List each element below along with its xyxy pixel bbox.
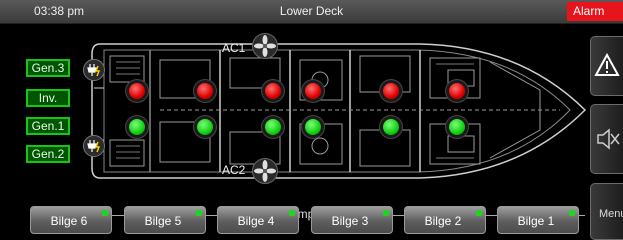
pump-on-indicator[interactable] (262, 116, 284, 138)
pump-on-indicator[interactable] (380, 116, 402, 138)
bilge-2-button[interactable]: Bilge 2 (404, 206, 486, 234)
pump-off-indicator[interactable] (194, 80, 216, 102)
pump-off-indicator[interactable] (302, 80, 324, 102)
warning-icon (594, 52, 620, 76)
pump-off-indicator[interactable] (126, 80, 148, 102)
bilge-4-button[interactable]: Bilge 4 (217, 206, 299, 234)
menu-button[interactable]: Menu (590, 183, 623, 240)
bilge-6-label: Bilge 6 (50, 214, 88, 228)
inverter-label: Inv. (38, 91, 58, 105)
power-plug-icon[interactable] (83, 59, 105, 81)
bilge-6-button[interactable]: Bilge 6 (30, 206, 112, 234)
speaker-mute-icon (597, 128, 620, 150)
status-led (476, 210, 482, 216)
gen2-label: Gen.2 (31, 147, 65, 161)
pump-on-indicator[interactable] (446, 116, 468, 138)
pump-off-indicator[interactable] (446, 80, 468, 102)
warning-button[interactable] (590, 36, 623, 96)
gen1-indicator[interactable]: Gen.1 (26, 117, 70, 135)
status-led (289, 210, 295, 216)
gen3-label: Gen.3 (31, 61, 65, 75)
bilge-3-button[interactable]: Bilge 3 (311, 206, 393, 234)
mute-button[interactable] (590, 104, 623, 174)
status-led (102, 210, 108, 216)
ac1-label: AC1 (222, 41, 246, 55)
fan-icon[interactable] (252, 158, 278, 184)
bilge-5-label: Bilge 5 (144, 214, 182, 228)
pump-off-indicator[interactable] (262, 80, 284, 102)
inverter-indicator[interactable]: Inv. (26, 89, 70, 107)
bilge-2-label: Bilge 2 (424, 214, 462, 228)
pump-on-indicator[interactable] (126, 116, 148, 138)
status-led (569, 210, 575, 216)
pump-on-indicator[interactable] (302, 116, 324, 138)
bilge-4-label: Bilge 4 (237, 214, 275, 228)
status-led (383, 210, 389, 216)
ac2-label: AC2 (222, 163, 246, 177)
bilge-3-label: Bilge 3 (331, 214, 369, 228)
gen2-indicator[interactable]: Gen.2 (26, 145, 70, 163)
bilge-1-label: Bilge 1 (517, 214, 555, 228)
bilge-1-button[interactable]: Bilge 1 (497, 206, 579, 234)
fan-icon[interactable] (252, 33, 278, 59)
gen3-indicator[interactable]: Gen.3 (26, 59, 70, 77)
pump-on-indicator[interactable] (194, 116, 216, 138)
gen1-label: Gen.1 (31, 119, 65, 133)
power-plug-icon[interactable] (83, 135, 105, 157)
menu-label: Menu (599, 208, 623, 220)
status-led (196, 210, 202, 216)
bilge-5-button[interactable]: Bilge 5 (124, 206, 206, 234)
pump-off-indicator[interactable] (380, 80, 402, 102)
